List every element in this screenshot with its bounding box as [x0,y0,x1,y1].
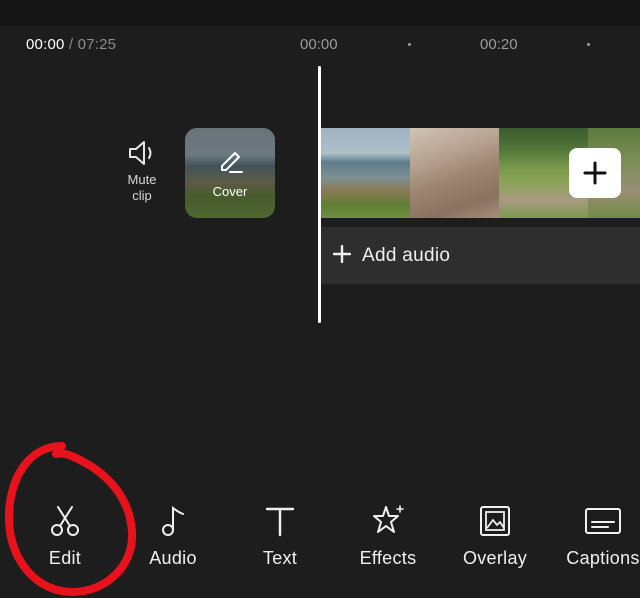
pencil-icon [221,152,243,173]
sparkle-star-icon [373,505,404,533]
tool-overlay[interactable]: Overlay [445,498,545,569]
playhead[interactable] [318,66,321,323]
ruler-label-0: 00:00 [300,36,338,53]
tool-text-label: Text [262,548,298,568]
ruler-dot [587,43,590,46]
cover-label: Cover [212,184,248,199]
timecode: 00:00 / 07:25 [26,36,116,53]
tool-captions-label: Captions [566,548,640,568]
plus-icon [583,161,607,185]
tool-text[interactable]: Text [230,498,330,569]
tool-audio-label: Audio [149,548,197,568]
tool-edit-label: Edit [48,548,82,568]
top-bar [0,0,640,26]
bottom-toolbar: Edit Audio Text Effects Overlay Captions [0,498,640,578]
total-duration: 07:25 [77,36,117,53]
tool-edit[interactable]: Edit [15,498,115,569]
text-icon [265,507,295,537]
tool-effects-label: Effects [359,548,417,568]
current-time: 00:00 [26,36,65,53]
add-audio-label: Add audio [362,245,451,266]
music-note-icon [162,505,184,536]
clip-thumbnail [321,128,410,218]
tool-audio[interactable]: Audio [123,498,223,569]
add-clip-button[interactable] [569,148,621,198]
cover-button[interactable]: Cover [185,128,275,218]
overlay-image-icon [480,506,510,536]
mute-clip-button[interactable]: Mute clip [118,140,166,204]
speaker-icon [129,141,152,165]
scissors-icon [51,506,79,536]
tool-effects[interactable]: Effects [338,498,438,569]
captions-icon [585,508,621,534]
mute-clip-label: Mute clip [127,172,157,203]
clip-thumbnail [410,128,499,218]
tool-overlay-label: Overlay [462,548,528,568]
tool-captions[interactable]: Captions [553,498,640,569]
add-audio-button[interactable]: Add audio [321,227,640,284]
time-separator: / [68,36,74,53]
ruler-dot [408,43,411,46]
ruler-label-1: 00:20 [480,36,518,53]
plus-icon [333,245,351,263]
